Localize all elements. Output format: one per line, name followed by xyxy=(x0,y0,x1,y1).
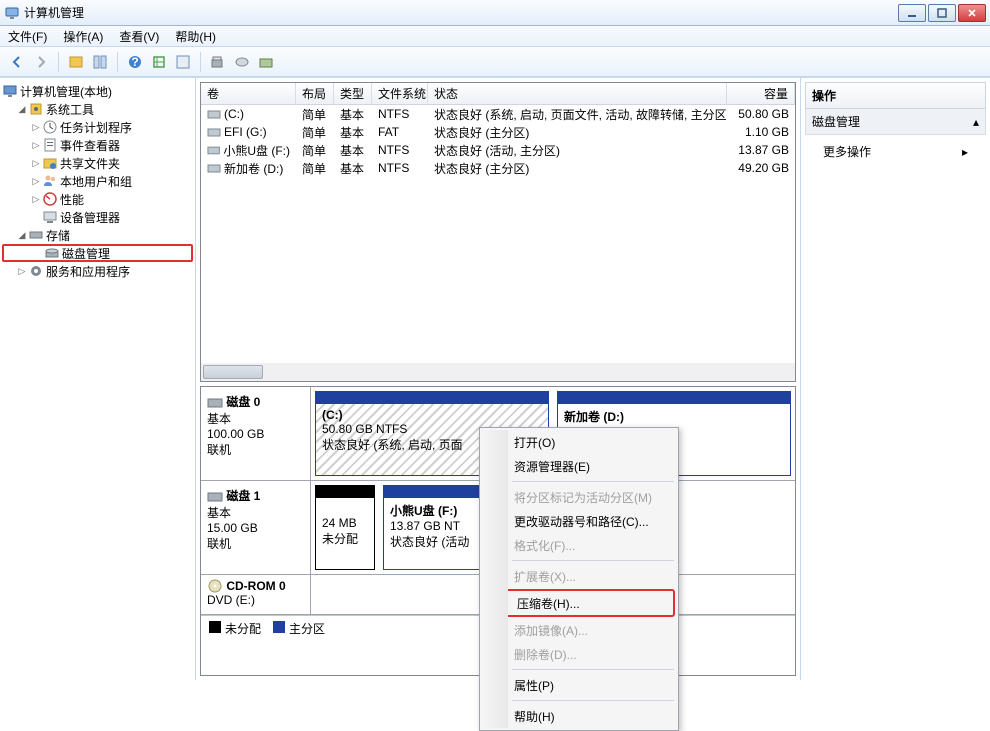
tree-panel: 计算机管理(本地) ◢系统工具 ▷任务计划程序 ▷事件查看器 ▷共享文件夹 ▷本… xyxy=(0,78,196,680)
context-change-letter[interactable]: 更改驱动器号和路径(C)... xyxy=(482,509,676,533)
volume-row[interactable]: 小熊U盘 (F:) 简单 基本 NTFS 状态良好 (活动, 主分区) 13.8… xyxy=(201,141,795,159)
tool-icon-4[interactable] xyxy=(172,51,194,73)
legend-unallocated-icon xyxy=(209,621,221,633)
tree-performance[interactable]: ▷性能 xyxy=(2,190,193,208)
legend-primary-icon xyxy=(273,621,285,633)
col-volume[interactable]: 卷 xyxy=(201,83,296,104)
context-format[interactable]: 格式化(F)... xyxy=(482,533,676,557)
col-type[interactable]: 类型 xyxy=(334,83,372,104)
app-icon xyxy=(4,5,20,21)
disk-icon xyxy=(207,395,223,409)
toolbar: ? xyxy=(0,47,990,77)
title-bar: 计算机管理 xyxy=(0,0,990,26)
disk-info[interactable]: CD-ROM 0 DVD (E:) xyxy=(201,575,311,614)
disk-info[interactable]: 磁盘 1 基本 15.00 GB 联机 xyxy=(201,481,311,574)
forward-button[interactable] xyxy=(30,51,52,73)
context-open[interactable]: 打开(O) xyxy=(482,430,676,454)
tree-storage[interactable]: ◢存储 xyxy=(2,226,193,244)
disk-info[interactable]: 磁盘 0 基本 100.00 GB 联机 xyxy=(201,387,311,480)
tree-services[interactable]: ▷服务和应用程序 xyxy=(2,262,193,280)
actions-panel: 操作 磁盘管理▴ 更多操作▸ xyxy=(800,78,990,680)
disk-partition-unallocated[interactable]: 24 MB未分配 xyxy=(315,485,375,570)
actions-header: 操作 xyxy=(805,82,986,109)
collapse-icon: ▴ xyxy=(973,115,979,129)
tree-disk-management[interactable]: 磁盘管理 xyxy=(2,244,193,262)
drive-icon xyxy=(207,126,221,138)
context-add-mirror[interactable]: 添加镜像(A)... xyxy=(482,618,676,642)
context-extend[interactable]: 扩展卷(X)... xyxy=(482,564,676,588)
horizontal-scrollbar[interactable] xyxy=(201,363,795,381)
tool-icon-5[interactable] xyxy=(207,51,229,73)
context-explorer[interactable]: 资源管理器(E) xyxy=(482,454,676,478)
tree-system-tools[interactable]: ◢系统工具 xyxy=(2,100,193,118)
chevron-right-icon: ▸ xyxy=(962,145,968,159)
drive-icon xyxy=(207,162,221,174)
drive-icon xyxy=(207,144,220,156)
tool-icon-2[interactable] xyxy=(89,51,111,73)
menu-help[interactable]: 帮助(H) xyxy=(171,26,220,47)
menu-file[interactable]: 文件(F) xyxy=(4,26,51,47)
volume-list-header: 卷 布局 类型 文件系统 状态 容量 xyxy=(201,83,795,105)
col-status[interactable]: 状态 xyxy=(428,83,727,104)
context-shrink[interactable]: 压缩卷(H)... xyxy=(485,591,673,615)
context-help[interactable]: 帮助(H) xyxy=(482,704,676,728)
context-menu: 打开(O) 资源管理器(E) 将分区标记为活动分区(M) 更改驱动器号和路径(C… xyxy=(479,427,679,731)
tree-root[interactable]: 计算机管理(本地) xyxy=(2,82,193,100)
menu-view[interactable]: 查看(V) xyxy=(115,26,163,47)
tool-icon-3[interactable] xyxy=(148,51,170,73)
svg-text:?: ? xyxy=(131,55,138,69)
maximize-button[interactable] xyxy=(928,4,956,22)
cdrom-icon xyxy=(207,579,223,593)
context-mark-active[interactable]: 将分区标记为活动分区(M) xyxy=(482,485,676,509)
volume-row[interactable]: (C:) 简单 基本 NTFS 状态良好 (系统, 启动, 页面文件, 活动, … xyxy=(201,105,795,123)
drive-icon xyxy=(207,108,221,120)
col-capacity[interactable]: 容量 xyxy=(727,83,795,104)
tree-task-scheduler[interactable]: ▷任务计划程序 xyxy=(2,118,193,136)
actions-more[interactable]: 更多操作▸ xyxy=(805,135,986,168)
tree-users-groups[interactable]: ▷本地用户和组 xyxy=(2,172,193,190)
disk-partition-f[interactable]: 小熊U盘 (F:)13.87 GB NT状态良好 (活动 xyxy=(383,485,483,570)
back-button[interactable] xyxy=(6,51,28,73)
minimize-button[interactable] xyxy=(898,4,926,22)
tree-shared-folders[interactable]: ▷共享文件夹 xyxy=(2,154,193,172)
col-layout[interactable]: 布局 xyxy=(296,83,334,104)
actions-section[interactable]: 磁盘管理▴ xyxy=(805,109,986,135)
help-icon[interactable]: ? xyxy=(124,51,146,73)
tool-icon-1[interactable] xyxy=(65,51,87,73)
volume-row[interactable]: 新加卷 (D:) 简单 基本 NTFS 状态良好 (主分区) 49.20 GB xyxy=(201,159,795,177)
volume-row[interactable]: EFI (G:) 简单 基本 FAT 状态良好 (主分区) 1.10 GB xyxy=(201,123,795,141)
col-filesystem[interactable]: 文件系统 xyxy=(372,83,428,104)
tree-device-manager[interactable]: 设备管理器 xyxy=(2,208,193,226)
volume-list-body: (C:) 简单 基本 NTFS 状态良好 (系统, 启动, 页面文件, 活动, … xyxy=(201,105,795,363)
tool-icon-6[interactable] xyxy=(231,51,253,73)
window-title: 计算机管理 xyxy=(24,4,896,21)
volume-list: 卷 布局 类型 文件系统 状态 容量 (C:) 简单 基本 NTFS 状态良好 … xyxy=(200,82,796,382)
tree-event-viewer[interactable]: ▷事件查看器 xyxy=(2,136,193,154)
menu-bar: 文件(F) 操作(A) 查看(V) 帮助(H) xyxy=(0,26,990,47)
context-delete[interactable]: 删除卷(D)... xyxy=(482,642,676,666)
menu-action[interactable]: 操作(A) xyxy=(59,26,107,47)
close-button[interactable] xyxy=(958,4,986,22)
tool-icon-7[interactable] xyxy=(255,51,277,73)
disk-icon xyxy=(207,489,223,503)
context-properties[interactable]: 属性(P) xyxy=(482,673,676,697)
